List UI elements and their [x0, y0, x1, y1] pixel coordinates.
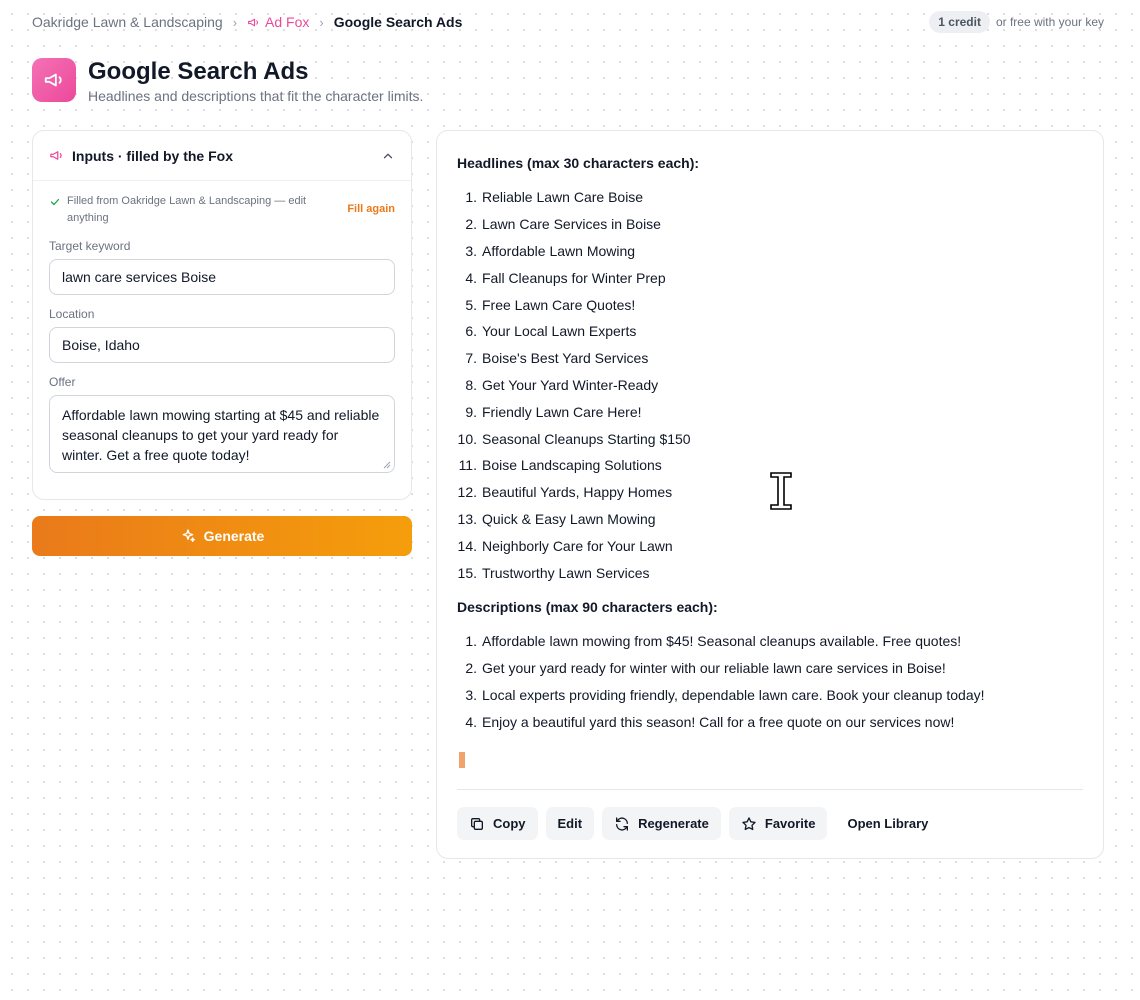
generate-button[interactable]: Generate	[32, 516, 412, 556]
megaphone-icon	[50, 151, 62, 160]
descriptions-list: 1. Affordable lawn mowing from $45! Seaso…	[457, 628, 985, 735]
divider	[457, 789, 1083, 790]
chevron-right-icon: ›	[232, 14, 238, 30]
credit-note: or free with your key	[995, 15, 1104, 29]
fill-note-text: Filled from Oakridge Lawn & Landscaping …	[67, 195, 307, 224]
top-bar: Oakridge Lawn & Landscaping › Ad Fox › G…	[32, 10, 1104, 34]
inputs-panel-header[interactable]: Inputs · filled by the Fox	[33, 131, 411, 181]
location-label: Location	[49, 307, 95, 321]
check-icon	[50, 198, 60, 206]
description-item: 4. Enjoy a beautiful yard this season! Ca…	[465, 713, 955, 730]
offer-textarea[interactable]: Affordable lawn mowing starting at $45 a…	[49, 395, 395, 473]
offer-label: Offer	[49, 375, 76, 389]
headlines-title: Headlines (max 30 characters each):	[457, 155, 700, 171]
headline-item: 6. Your Local Lawn Experts	[465, 323, 637, 340]
description-item: 1. Affordable lawn mowing from $45! Seaso…	[465, 633, 962, 650]
output-actions: Copy Edit Regenerate Favorite Open Libra…	[457, 807, 940, 840]
description-item: 2. Get your yard ready for winter with ou…	[465, 660, 946, 677]
text-cursor-icon	[770, 472, 792, 510]
headline-item: 14. Neighborly Care for Your Lawn	[457, 537, 673, 554]
edit-button[interactable]: Edit	[545, 807, 595, 840]
breadcrumb-current: Google Search Ads	[333, 14, 463, 30]
megaphone-icon	[248, 18, 259, 26]
fill-status-row: Filled from Oakridge Lawn & Landscaping …	[33, 181, 411, 227]
copy-button[interactable]: Copy	[457, 807, 538, 840]
chevron-up-icon[interactable]	[381, 149, 395, 163]
page-header: Google Search Ads Headlines and descript…	[32, 58, 423, 104]
headline-item: 7. Boise's Best Yard Services	[465, 350, 649, 367]
regenerate-label: Regenerate	[638, 816, 709, 831]
headline-item: 10. Seasonal Cleanups Starting $150	[457, 430, 691, 447]
breadcrumb-tool[interactable]: Ad Fox	[247, 14, 309, 30]
headline-item: 13. Quick & Easy Lawn Mowing	[457, 510, 656, 527]
headline-item: 15. Trustworthy Lawn Services	[457, 564, 650, 581]
page-subtitle: Headlines and descriptions that fit the …	[88, 88, 424, 104]
streaming-caret	[459, 752, 465, 768]
open-library-button[interactable]: Open Library	[835, 807, 940, 840]
offer-text: Affordable lawn mowing starting at $45 a…	[62, 407, 380, 463]
open-library-label: Open Library	[847, 816, 929, 831]
copy-icon	[471, 817, 483, 830]
generate-label: Generate	[203, 528, 265, 544]
headlines-list: 1. Reliable Lawn Care Boise 2. Lawn Care S…	[457, 184, 691, 586]
resize-handle-icon[interactable]	[383, 461, 391, 469]
breadcrumb-business[interactable]: Oakridge Lawn & Landscaping	[32, 14, 223, 30]
headline-item: 12. Beautiful Yards, Happy Homes	[457, 484, 673, 501]
headline-item: 9. Friendly Lawn Care Here!	[465, 403, 642, 420]
regenerate-button[interactable]: Regenerate	[602, 807, 721, 840]
favorite-button[interactable]: Favorite	[728, 807, 828, 840]
page-title: Google Search Ads	[88, 58, 309, 85]
headline-item: 3. Affordable Lawn Mowing	[465, 242, 636, 259]
breadcrumb-tool-label: Ad Fox	[265, 14, 310, 30]
location-input[interactable]: Boise, Idaho	[49, 327, 395, 363]
keyword-input[interactable]: lawn care services Boise	[49, 259, 395, 295]
edit-label: Edit	[557, 816, 583, 831]
megaphone-icon	[32, 58, 76, 102]
inputs-panel: Inputs · filled by the Fox Filled from O…	[32, 130, 412, 500]
star-icon	[742, 816, 756, 830]
credit-badge: 1 credit	[929, 11, 990, 33]
inputs-panel-title: Inputs · filled by the Fox	[72, 147, 233, 164]
keyword-label: Target keyword	[49, 239, 131, 253]
descriptions-title: Descriptions (max 90 characters each):	[457, 599, 718, 615]
fill-again-button[interactable]: Fill again	[347, 203, 395, 215]
credits-info: 1 credit or free with your key	[929, 11, 1104, 33]
headline-item: 5. Free Lawn Care Quotes!	[465, 296, 636, 313]
sparkles-icon	[182, 529, 195, 542]
breadcrumb: Oakridge Lawn & Landscaping › Ad Fox › G…	[32, 14, 462, 30]
headline-item: 4. Fall Cleanups for Winter Prep	[465, 269, 666, 286]
headline-item: 2. Lawn Care Services in Boise	[465, 216, 661, 233]
description-item: 3. Local experts providing friendly, depe…	[465, 686, 985, 703]
refresh-icon	[616, 816, 629, 831]
headline-item: 11. Boise Landscaping Solutions	[458, 457, 662, 474]
copy-label: Copy	[493, 816, 526, 831]
chevron-right-icon: ›	[319, 14, 324, 30]
headline-item: 8. Get Your Yard Winter-Ready	[465, 376, 659, 393]
headline-item: 1. Reliable Lawn Care Boise	[465, 189, 644, 206]
favorite-label: Favorite	[764, 816, 816, 831]
